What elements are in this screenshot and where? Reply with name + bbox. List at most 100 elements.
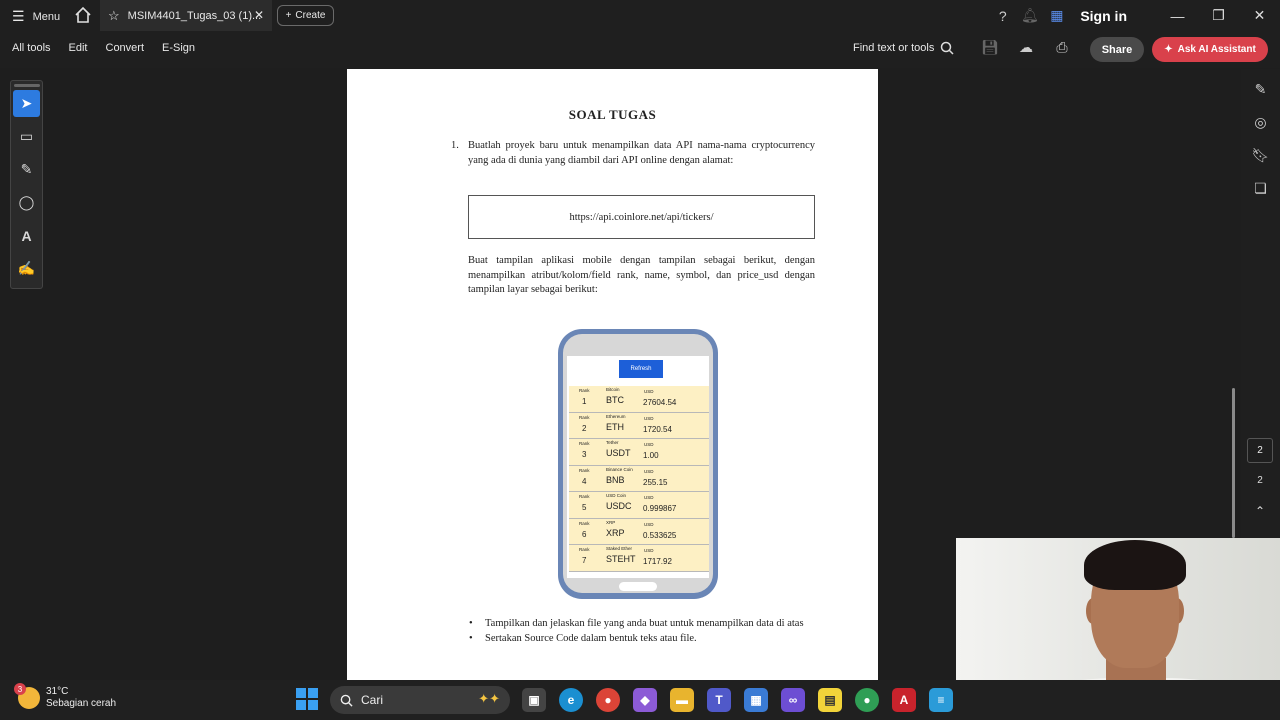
bell-icon[interactable]: 🔔︎ — [1016, 7, 1043, 24]
sign-in-button[interactable]: Sign in — [1080, 8, 1127, 24]
scrollbar[interactable] — [1232, 388, 1235, 538]
rank-value: 3 — [582, 450, 587, 459]
esign-menu[interactable]: E-Sign — [162, 42, 195, 54]
comment-tool-icon[interactable]: ▭ — [13, 123, 40, 150]
all-tools-menu[interactable]: All tools — [12, 42, 51, 54]
find-label: Find text or tools — [853, 42, 935, 54]
coin-price: 0.533625 — [643, 530, 677, 540]
phone-bezel: Refresh Rank 1 Bitcoin BTC USD 27604.54 Rank 2 E… — [563, 334, 713, 593]
find-text-or-tools[interactable]: Find text or tools — [853, 41, 954, 55]
panel-drag-handle[interactable] — [13, 84, 40, 87]
lasso-draw-icon[interactable]: ◯ — [13, 189, 40, 216]
search-label: Cari — [361, 693, 384, 707]
minimize-icon[interactable]: — — [1157, 8, 1198, 24]
acrobat-icon[interactable]: A — [892, 688, 916, 712]
sticky-notes-icon[interactable]: ▤ — [818, 688, 842, 712]
notepad-icon[interactable]: ≡ — [929, 688, 953, 712]
document-tab[interactable]: ☆ MSIM4401_Tugas_03 (1)... ✕ — [100, 0, 272, 31]
ask-ai-assistant-button[interactable]: ✦ Ask AI Assistant — [1152, 37, 1268, 62]
edit-pdf-icon[interactable]: ✎ — [1241, 73, 1280, 106]
highlight-pen-icon[interactable]: ✎ — [13, 156, 40, 183]
star-icon[interactable]: ☆ — [108, 8, 120, 24]
edit-menu[interactable]: Edit — [69, 42, 88, 54]
teams-icon[interactable]: T — [707, 688, 731, 712]
weather-description: Sebagian cerah — [46, 698, 117, 709]
windows-start-icon[interactable] — [296, 688, 318, 710]
coin-symbol: XRP — [606, 527, 625, 538]
file-explorer-icon[interactable]: ▬ — [670, 688, 694, 712]
tab-title: MSIM4401_Tugas_03 (1)... — [127, 9, 262, 22]
rank-value: 7 — [582, 556, 587, 565]
question-number: 1. — [451, 140, 459, 151]
currency-label: USD — [644, 521, 654, 527]
currency-label: USD — [644, 548, 654, 553]
currency-label: USD — [644, 442, 654, 447]
coin-row: Rank 5 USD Coin USDC USD 0.999867 — [569, 492, 709, 519]
help-icon[interactable]: ? — [989, 8, 1016, 24]
currency-label: USD — [644, 468, 654, 474]
weather-widget[interactable]: 3 31°C Sebagian cerah — [14, 683, 117, 710]
home-icon[interactable] — [74, 6, 92, 24]
apps-grid-icon[interactable]: ▦ — [1043, 7, 1070, 24]
comment-icon[interactable]: ◎ — [1241, 106, 1280, 139]
phone-home-bar — [619, 582, 657, 591]
share-button[interactable]: Share — [1090, 37, 1144, 62]
instruction-paragraph: Buat tampilan aplikasi mobile dengan tam… — [468, 255, 815, 295]
restore-icon[interactable]: ❐ — [1198, 7, 1239, 24]
close-window-icon[interactable]: ✕ — [1239, 7, 1280, 24]
store-icon[interactable]: ▦ — [744, 688, 768, 712]
convert-menu[interactable]: Convert — [106, 42, 145, 54]
rank-label: Rank — [579, 494, 590, 499]
pdf-page: SOAL TUGAS 1. Buatlah proyek baru untuk … — [347, 69, 878, 680]
create-label: Create — [295, 10, 326, 21]
phone-mockup: Refresh Rank 1 Bitcoin BTC USD 27604.54 Rank 2 E… — [558, 329, 718, 599]
edge-browser-icon[interactable]: e — [559, 688, 583, 712]
ai-assistant-icon: ✦ — [1164, 44, 1173, 55]
sign-tool-icon[interactable]: ✍ — [13, 255, 40, 282]
windows-taskbar: 3 31°C Sebagian cerah Cari ✦✦ ▣ e ● ◆ ▬ … — [0, 680, 1280, 720]
title-bar: ☰ Menu ☆ MSIM4401_Tugas_03 (1)... ✕ + Cr… — [0, 0, 1280, 31]
coin-row: Rank 3 Tether USDT USD 1.00 — [569, 439, 709, 466]
list-item: Tampilkan dan jelaskan file yang anda bu… — [469, 617, 815, 631]
select-tool-icon[interactable]: ➤ — [13, 90, 40, 117]
taskbar-search[interactable]: Cari ✦✦ — [330, 686, 510, 714]
coin-price: 1720.54 — [643, 424, 672, 434]
menu-button[interactable]: ☰ Menu — [12, 8, 60, 25]
print-icon[interactable]: ⎙ — [1052, 39, 1072, 56]
weather-sun-icon: 3 — [14, 683, 40, 709]
chevron-up-icon[interactable]: ⌃ — [1247, 500, 1273, 522]
bookmark-icon[interactable]: 🔖︎ — [1241, 139, 1280, 172]
hamburger-icon: ☰ — [12, 8, 25, 24]
close-tab-icon[interactable]: ✕ — [254, 8, 264, 22]
chrome-profile-icon[interactable]: ● — [855, 688, 879, 712]
chrome-icon[interactable]: ● — [596, 688, 620, 712]
coin-symbol: BTC — [606, 395, 624, 405]
pages-icon[interactable]: ❏ — [1241, 172, 1280, 205]
rank-label: Rank — [579, 414, 590, 420]
webcam-person-hair — [1084, 540, 1186, 590]
current-page-number[interactable]: 2 — [1247, 438, 1273, 463]
temperature: 31°C — [46, 686, 69, 697]
task-view-icon[interactable]: ▣ — [522, 688, 546, 712]
page-heading: SOAL TUGAS — [568, 107, 657, 122]
text-box-icon[interactable]: A — [13, 222, 40, 249]
coin-price: 255.15 — [643, 477, 668, 487]
coin-name: Ethereum — [606, 413, 626, 419]
rank-value: 6 — [582, 529, 587, 539]
api-url: https://api.coinlore.net/api/tickers/ — [569, 211, 714, 223]
coin-symbol: BNB — [606, 474, 625, 485]
rank-label: Rank — [579, 547, 590, 552]
copilot-icon[interactable]: ◆ — [633, 688, 657, 712]
save-icon[interactable]: 💾︎ — [980, 39, 1000, 56]
coin-row: Rank 2 Ethereum ETH USD 1720.54 — [569, 412, 709, 439]
create-button[interactable]: + Create — [277, 5, 334, 26]
upload-cloud-icon[interactable]: ☁ — [1016, 39, 1036, 56]
coin-name: Staked Ether — [606, 546, 633, 551]
coin-symbol: STEHT — [606, 554, 636, 564]
currency-label: USD — [644, 389, 654, 394]
visual-studio-icon[interactable]: ∞ — [781, 688, 805, 712]
currency-label: USD — [644, 495, 654, 500]
coin-price: 1717.92 — [643, 557, 672, 566]
rank-label: Rank — [579, 441, 590, 446]
rank-value: 4 — [582, 476, 587, 486]
